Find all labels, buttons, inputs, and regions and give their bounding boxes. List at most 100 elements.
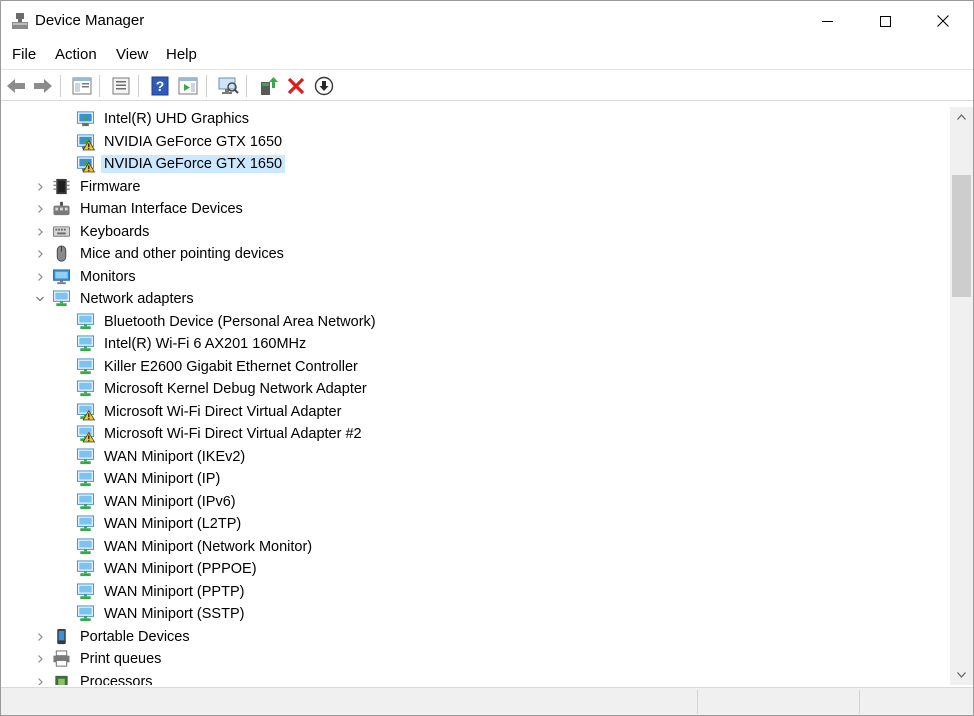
tree-item-label: WAN Miniport (PPTP)	[104, 583, 245, 600]
tree-device-row[interactable]: Bluetooth Device (Personal Area Network)	[2, 311, 950, 333]
uninstall-device-button[interactable]	[285, 75, 307, 97]
back-arrow-icon	[7, 79, 25, 93]
network-adapter-icon	[76, 357, 95, 374]
tree-category-row[interactable]: Human Interface Devices	[2, 198, 950, 220]
tree-item-label: Human Interface Devices	[80, 201, 243, 217]
tree-device-row[interactable]: WAN Miniport (SSTP)	[2, 603, 950, 625]
scroll-down-button[interactable]	[950, 665, 973, 685]
processor-icon	[55, 675, 68, 685]
disable-device-icon	[314, 76, 334, 96]
tree-device-row[interactable]: NVIDIA GeForce GTX 1650	[2, 153, 950, 175]
tree-category-row[interactable]: Monitors	[2, 266, 950, 288]
network-adapter-warning-icon	[76, 425, 95, 443]
network-adapter-icon	[76, 380, 95, 397]
tree-category-row[interactable]: Firmware	[2, 176, 950, 198]
status-panel	[697, 690, 859, 714]
update-driver-icon	[261, 77, 278, 95]
tree-device-row[interactable]: NVIDIA GeForce GTX 1650	[2, 131, 950, 153]
back-button[interactable]	[5, 75, 27, 97]
chevron-right-icon[interactable]	[35, 227, 45, 237]
tree-device-row[interactable]: Microsoft Kernel Debug Network Adapter	[2, 378, 950, 400]
printer-icon	[53, 650, 70, 667]
menu-action[interactable]: Action	[55, 45, 97, 65]
tree-item-label: Keyboards	[80, 223, 150, 240]
chevron-right-icon[interactable]	[35, 654, 45, 664]
toolbar-separator	[138, 75, 139, 97]
toolbar-separator	[60, 75, 61, 97]
tree-device-row[interactable]: Intel(R) UHD Graphics	[2, 108, 950, 130]
minimize-button[interactable]	[798, 1, 856, 41]
tree-device-row[interactable]: WAN Miniport (Network Monitor)	[2, 536, 950, 558]
tree-item-label: Bluetooth Device (Personal Area Network)	[104, 313, 376, 330]
chevron-right-icon[interactable]	[35, 204, 45, 214]
chevron-down-icon	[957, 672, 966, 678]
tree-device-row[interactable]: WAN Miniport (PPPOE)	[2, 558, 950, 580]
forward-button[interactable]	[32, 75, 54, 97]
tree-item-label: Portable Devices	[80, 628, 190, 645]
disable-device-button[interactable]	[313, 75, 335, 97]
tree-device-row[interactable]: Microsoft Wi-Fi Direct Virtual Adapter	[2, 401, 950, 423]
network-adapter-warning-icon	[76, 402, 95, 420]
vertical-scrollbar[interactable]	[950, 107, 973, 685]
display-adapter-icon	[76, 111, 95, 127]
maximize-button[interactable]	[856, 1, 914, 41]
update-driver-button[interactable]	[257, 75, 279, 97]
chevron-right-icon[interactable]	[35, 249, 45, 259]
help-button[interactable]: ?	[149, 75, 171, 97]
status-panel	[859, 690, 973, 714]
forward-arrow-icon	[34, 79, 52, 93]
close-button[interactable]	[914, 1, 972, 41]
menu-help[interactable]: Help	[166, 45, 197, 65]
tree-device-row[interactable]: WAN Miniport (IKEv2)	[2, 446, 950, 468]
tree-item-label: NVIDIA GeForce GTX 1650	[104, 133, 283, 150]
title-bar[interactable]: Device Manager	[1, 1, 973, 41]
network-adapter-icon	[76, 605, 95, 622]
tree-device-row[interactable]: Microsoft Wi-Fi Direct Virtual Adapter #…	[2, 423, 950, 445]
tree-item-label: Microsoft Wi-Fi Direct Virtual Adapter	[104, 403, 342, 420]
chevron-right-icon[interactable]	[35, 677, 45, 686]
device-manager-window: Device Manager File Action View Help ? I…	[0, 0, 974, 716]
chevron-right-icon[interactable]	[35, 632, 45, 642]
tree-category-row[interactable]: Processors	[2, 671, 950, 686]
tree-item-label: Microsoft Kernel Debug Network Adapter	[104, 381, 367, 397]
tree-item-label: WAN Miniport (PPPOE)	[104, 561, 257, 577]
tree-device-row[interactable]: WAN Miniport (IP)	[2, 468, 950, 490]
properties-button[interactable]	[110, 75, 132, 97]
action-pane-icon	[178, 77, 198, 95]
close-icon	[937, 15, 949, 27]
toolbar-separator	[206, 75, 207, 97]
chevron-down-icon[interactable]	[35, 294, 45, 304]
portable-device-icon	[57, 628, 66, 644]
scroll-up-button[interactable]	[950, 107, 973, 127]
tree-item-label: WAN Miniport (IP)	[104, 471, 221, 487]
network-adapter-icon	[52, 290, 71, 307]
tree-device-row[interactable]: WAN Miniport (L2TP)	[2, 513, 950, 535]
tree-category-row[interactable]: Keyboards	[2, 221, 950, 243]
tree-device-row[interactable]: WAN Miniport (PPTP)	[2, 581, 950, 603]
scroll-thumb[interactable]	[952, 175, 971, 297]
maximize-icon	[879, 15, 891, 27]
network-adapter-icon	[76, 335, 95, 352]
action-pane-button[interactable]	[177, 75, 199, 97]
tree-device-row[interactable]: Intel(R) Wi-Fi 6 AX201 160MHz	[2, 333, 950, 355]
menu-file[interactable]: File	[12, 45, 36, 65]
show-hide-console-tree-button[interactable]	[71, 75, 93, 97]
chevron-right-icon[interactable]	[35, 272, 45, 282]
tree-category-row[interactable]: Network adapters	[2, 288, 950, 310]
tree-category-row[interactable]: Portable Devices	[2, 626, 950, 648]
tree-item-label: Firmware	[80, 178, 141, 195]
tree-category-row[interactable]: Print queues	[2, 648, 950, 670]
toolbar: ?	[1, 69, 973, 101]
status-bar	[1, 687, 973, 715]
toolbar-separator	[99, 75, 100, 97]
menu-view[interactable]: View	[116, 45, 148, 65]
tree-device-row[interactable]: WAN Miniport (IPv6)	[2, 491, 950, 513]
network-adapter-icon	[76, 582, 95, 599]
tree-category-row[interactable]: Mice and other pointing devices	[2, 243, 950, 265]
tree-item-label: Mice and other pointing devices	[80, 246, 284, 262]
tree-device-row[interactable]: Killer E2600 Gigabit Ethernet Controller	[2, 356, 950, 378]
chevron-right-icon[interactable]	[35, 182, 45, 192]
scan-hardware-changes-button[interactable]	[217, 75, 239, 97]
device-tree[interactable]: Intel(R) UHD Graphics NVIDIA GeForce GTX …	[2, 107, 950, 685]
help-icon: ?	[151, 76, 169, 96]
